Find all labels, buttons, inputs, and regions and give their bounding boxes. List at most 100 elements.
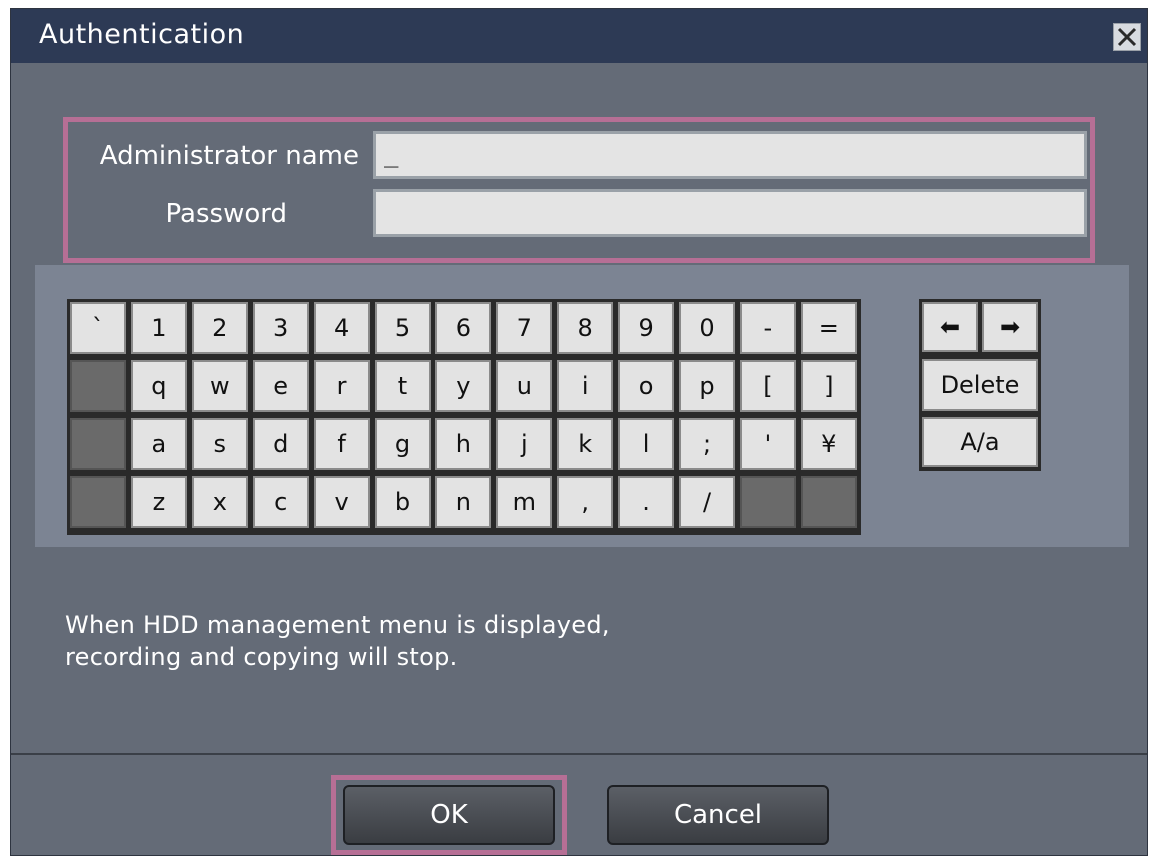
- key-button[interactable]: s: [191, 418, 248, 470]
- key-button[interactable]: -: [739, 302, 796, 354]
- on-screen-keyboard-panel: ` 1 2 3 4 5 6 7 8 9 0 - = q w e r t y u i o p [] a s d f g h j k l; ' ¥ z x c…: [35, 265, 1129, 547]
- key-label: v: [334, 488, 349, 516]
- key-button[interactable]: a: [130, 418, 187, 470]
- delete-button[interactable]: Delete: [922, 359, 1038, 411]
- key-button[interactable]: 5: [374, 302, 431, 354]
- key-button[interactable]: `: [70, 302, 126, 354]
- key-label: 8: [577, 314, 593, 342]
- key-label: a: [151, 430, 167, 458]
- key-label: e: [273, 372, 289, 400]
- key-button[interactable]: o: [618, 360, 675, 412]
- key-button[interactable]: ;: [679, 418, 735, 470]
- admin-name-label: Administrator name: [99, 141, 359, 171]
- key-button[interactable]: 9: [618, 302, 675, 354]
- arrow-right-icon: ➡: [999, 313, 1021, 341]
- key-button[interactable]: w: [191, 360, 248, 412]
- footer-divider: [11, 753, 1147, 755]
- key-button[interactable]: 3: [252, 302, 309, 354]
- key-label: n: [455, 488, 471, 516]
- key-button[interactable]: 8: [557, 302, 614, 354]
- key-label: r: [336, 372, 347, 400]
- key-label: b: [394, 488, 411, 516]
- key-button[interactable]: 1: [130, 302, 187, 354]
- key-button[interactable]: ,: [557, 476, 614, 528]
- key-button[interactable]: [: [739, 360, 796, 412]
- key-button[interactable]: p: [679, 360, 735, 412]
- cancel-button[interactable]: Cancel: [607, 785, 829, 845]
- key-button[interactable]: .: [618, 476, 675, 528]
- key-label: 0: [699, 314, 715, 342]
- delete-label: Delete: [940, 371, 1020, 399]
- key-label: [: [763, 372, 773, 400]
- key-button[interactable]: r: [313, 360, 370, 412]
- key-label: t: [397, 372, 408, 400]
- cancel-label: Cancel: [673, 800, 763, 830]
- key-button[interactable]: z: [130, 476, 187, 528]
- key-button[interactable]: f: [313, 418, 370, 470]
- key-label: 7: [516, 314, 532, 342]
- key-button[interactable]: v: [313, 476, 370, 528]
- key-label: .: [642, 488, 650, 516]
- key-label: /: [702, 488, 712, 516]
- key-label: u: [516, 372, 532, 400]
- key-label: ]: [824, 372, 834, 400]
- key-button[interactable]: n: [435, 476, 492, 528]
- key-button[interactable]: ]: [800, 360, 857, 412]
- key-button[interactable]: x: [191, 476, 248, 528]
- key-label: p: [699, 372, 715, 400]
- key-button[interactable]: l: [618, 418, 675, 470]
- key-label: l: [642, 430, 650, 458]
- key-button[interactable]: k: [557, 418, 614, 470]
- key-button[interactable]: 4: [313, 302, 370, 354]
- key-button[interactable]: u: [496, 360, 553, 412]
- dialog-title: Authentication: [39, 19, 245, 50]
- key-button[interactable]: y: [435, 360, 492, 412]
- key-label: i: [581, 372, 589, 400]
- close-button[interactable]: [1113, 23, 1141, 51]
- key-label: c: [274, 488, 288, 516]
- key-label: 3: [273, 314, 289, 342]
- key-button[interactable]: t: [374, 360, 431, 412]
- blank-key: [800, 476, 857, 528]
- ok-button[interactable]: OK: [343, 785, 555, 845]
- key-button[interactable]: m: [496, 476, 553, 528]
- key-button[interactable]: d: [252, 418, 309, 470]
- key-button[interactable]: 6: [435, 302, 492, 354]
- key-label: q: [151, 372, 167, 400]
- key-label: f: [337, 430, 346, 458]
- key-button[interactable]: 0: [679, 302, 735, 354]
- blank-key: [70, 476, 126, 528]
- password-label: Password: [165, 199, 287, 229]
- key-button[interactable]: 2: [191, 302, 248, 354]
- key-button[interactable]: b: [374, 476, 431, 528]
- cursor-left-button[interactable]: ⬅: [922, 302, 978, 352]
- key-label: -: [763, 314, 773, 342]
- case-toggle-button[interactable]: A/a: [922, 417, 1038, 467]
- key-label: m: [512, 488, 536, 516]
- admin-name-input[interactable]: _: [373, 131, 1087, 179]
- cursor-right-button[interactable]: ➡: [982, 302, 1038, 352]
- key-button[interactable]: ¥: [800, 418, 857, 470]
- key-label: z: [152, 488, 166, 516]
- key-button[interactable]: =: [800, 302, 857, 354]
- key-button[interactable]: i: [557, 360, 614, 412]
- key-button[interactable]: 7: [496, 302, 553, 354]
- key-button[interactable]: g: [374, 418, 431, 470]
- key-button[interactable]: /: [679, 476, 735, 528]
- keyboard-grid: ` 1 2 3 4 5 6 7 8 9 0 - = q w e r t y u i o p [] a s d f g h j k l; ' ¥ z x c…: [67, 299, 861, 535]
- key-button[interactable]: ': [739, 418, 796, 470]
- key-label: `: [92, 314, 104, 342]
- arrow-left-icon: ⬅: [939, 313, 961, 341]
- key-label: y: [456, 372, 471, 400]
- key-label: j: [520, 430, 528, 458]
- key-button[interactable]: e: [252, 360, 309, 412]
- function-keys: ⬅ ➡ Delete A/a: [919, 299, 1041, 471]
- key-button[interactable]: j: [496, 418, 553, 470]
- key-label: d: [273, 430, 289, 458]
- password-input[interactable]: [373, 189, 1087, 237]
- ok-label: OK: [430, 800, 468, 830]
- key-button[interactable]: h: [435, 418, 492, 470]
- key-button[interactable]: c: [252, 476, 309, 528]
- key-label: ': [764, 430, 772, 458]
- key-button[interactable]: q: [130, 360, 187, 412]
